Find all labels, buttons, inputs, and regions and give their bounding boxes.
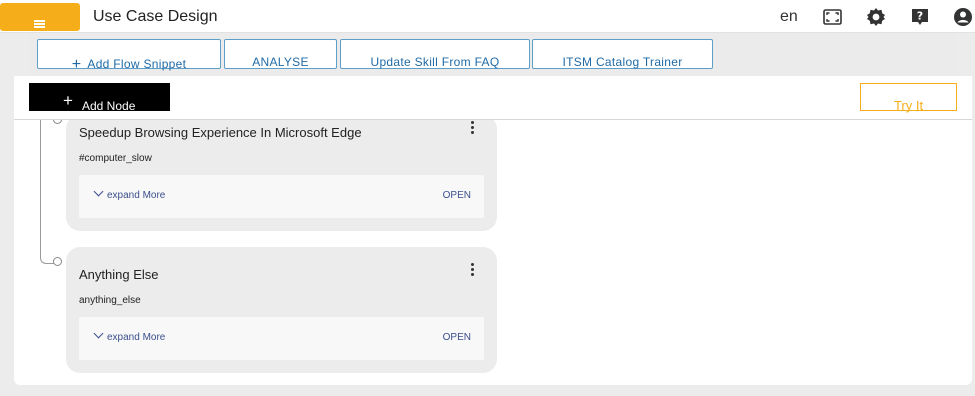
plus-icon: + xyxy=(71,56,82,73)
flow-node-card[interactable]: Anything Else anything_else expand More … xyxy=(66,247,497,373)
flow-canvas: Speedup Browsing Experience In Microsoft… xyxy=(14,120,972,385)
svg-text:?: ? xyxy=(917,10,923,23)
node-details-panel: expand More OPEN xyxy=(79,317,484,360)
chevron-down-icon xyxy=(93,328,104,339)
more-options-icon[interactable] xyxy=(469,121,475,137)
add-flow-snippet-button[interactable]: + Add Flow Snippet xyxy=(37,39,221,73)
language-selector[interactable]: en xyxy=(780,8,798,26)
analyse-button[interactable]: ANALYSE xyxy=(224,39,337,69)
node-connector-dot xyxy=(53,120,62,124)
flow-connector-elbow xyxy=(40,254,54,264)
node-tag: anything_else xyxy=(79,295,141,306)
node-title: Anything Else xyxy=(79,267,159,282)
node-connector-dot xyxy=(53,257,62,266)
settings-gear-icon[interactable] xyxy=(865,6,887,28)
add-node-button[interactable]: + Add Node xyxy=(29,83,170,113)
update-skill-from-faq-button[interactable]: Update Skill From FAQ xyxy=(340,39,530,69)
expand-more-button[interactable]: expand More xyxy=(93,186,165,201)
help-icon[interactable]: ? xyxy=(909,6,931,28)
node-tag: #computer_slow xyxy=(79,153,152,164)
chevron-down-icon xyxy=(93,186,104,197)
plus-icon: + xyxy=(63,91,73,110)
node-title: Speedup Browsing Experience In Microsoft… xyxy=(79,125,362,140)
account-icon[interactable] xyxy=(952,6,974,28)
top-app-bar: Use Case Design en ? xyxy=(0,0,975,33)
fit-screen-icon[interactable] xyxy=(822,6,844,28)
flow-connector-line xyxy=(40,120,41,258)
try-it-button[interactable]: Try It xyxy=(860,83,957,113)
menu-button[interactable] xyxy=(0,3,80,31)
open-button[interactable]: OPEN xyxy=(443,190,471,201)
itsm-catalog-trainer-button[interactable]: ITSM Catalog Trainer xyxy=(532,39,713,69)
page-title: Use Case Design xyxy=(93,8,218,25)
open-button[interactable]: OPEN xyxy=(443,332,471,343)
expand-more-button[interactable]: expand More xyxy=(93,328,165,343)
more-options-icon[interactable] xyxy=(469,263,475,279)
node-details-panel: expand More OPEN xyxy=(79,175,484,218)
flow-node-card[interactable]: Speedup Browsing Experience In Microsoft… xyxy=(66,120,497,231)
